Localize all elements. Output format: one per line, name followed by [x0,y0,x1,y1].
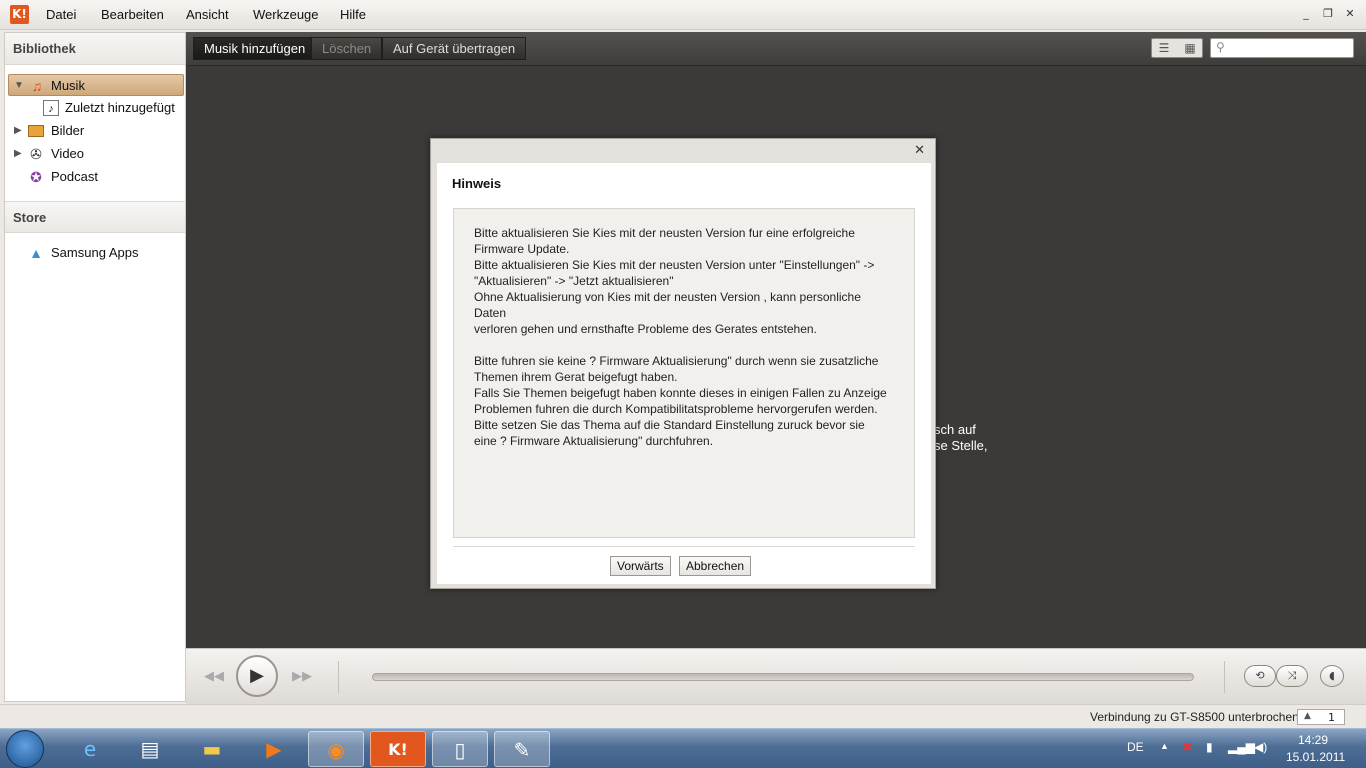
dialog-title: Hinweis [452,176,502,191]
fast-forward-icon[interactable]: ▶▶ [292,669,312,684]
repeat-button[interactable]: ⟲ [1244,665,1276,687]
internet-explorer-icon[interactable]: e [62,731,118,767]
volume-icon[interactable]: ◀) [1254,740,1267,754]
hinweis-dialog: ✕ Hinweis Bitte aktualisieren Sie Kies m… [430,138,936,589]
language-indicator[interactable]: DE [1127,740,1144,754]
windows-start-button[interactable] [6,730,44,768]
samsung-apps-icon: ▲ [29,245,43,261]
playlist-icon: ♪ [43,100,59,116]
sidebar-item-samsung-apps[interactable]: ▲ Samsung Apps [8,242,184,264]
search-icon: ⚲ [1216,40,1225,54]
clock-time[interactable]: 14:29 [1298,733,1328,747]
connection-status: Verbindung zu GT-S8500 unterbrochen. [1090,710,1303,724]
sidebar-item-label: Podcast [51,169,98,184]
speaker-icon: ◖ [1329,669,1335,682]
divider [1224,661,1225,693]
background-text-line2: se Stelle, [934,438,988,453]
menu-hilfe[interactable]: Hilfe [340,7,366,22]
library-icon[interactable]: ▤ [122,731,178,767]
dialog-message: Bitte aktualisieren Sie Kies mit der neu… [453,208,915,538]
sidebar-item-musik[interactable]: ▼ ♫ Musik [8,74,184,96]
menu-datei[interactable]: Datei [46,7,76,22]
phone-icon[interactable]: ▯ [432,731,488,767]
sidebar-item-video[interactable]: ▶ ✇ Video [8,143,184,165]
network-error-icon[interactable]: ✖ [1182,740,1192,754]
menu-bar: K! Datei Bearbeiten Ansicht Werkzeuge Hi… [0,0,1366,30]
media-player-icon[interactable]: ▶ [246,731,302,767]
podcast-icon: ✪ [30,169,42,185]
page-number: 1 [1328,711,1335,724]
sidebar-item-label: Samsung Apps [51,245,139,260]
kies-taskbar-icon[interactable]: K! [370,731,426,767]
divider [338,661,339,693]
taskbar: e ▤ ▬ ▶ ◉ K! ▯ ✎ DE ▲ ✖ ▮ ▂▄▆ ◀) 14:29 1… [0,728,1366,768]
library-header: Bibliothek [5,33,185,65]
folder-icon[interactable]: ▬ [184,731,240,767]
paint-icon[interactable]: ✎ [494,731,550,767]
delete-button[interactable]: Löschen [311,37,383,60]
chevron-down-icon[interactable]: ▼ [14,75,24,97]
clock-date[interactable]: 15.01.2011 [1286,750,1345,764]
pictures-icon [28,125,44,137]
firefox-icon[interactable]: ◉ [308,731,364,767]
search-input[interactable] [1210,38,1354,58]
dialog-close-button[interactable]: ✕ [914,143,925,158]
chevron-right-icon[interactable]: ▶ [14,143,22,165]
status-bar: Verbindung zu GT-S8500 unterbrochen. ▲ 1 [0,704,1366,728]
sidebar-item-podcast[interactable]: ✪ Podcast [8,166,184,188]
chevron-right-icon[interactable]: ▶ [14,120,22,142]
sidebar-item-label: Zuletzt hinzugefügt [65,100,175,115]
add-music-button[interactable]: Musik hinzufügen [193,37,317,60]
store-header: Store [5,201,185,233]
seek-bar[interactable] [372,673,1194,681]
play-button[interactable]: ▶ [236,655,278,697]
sidebar: Bibliothek ▼ ♫ Musik ♪ Zuletzt hinzugefü… [4,32,186,702]
grid-view-icon[interactable]: ▦ [1178,41,1202,55]
forward-button[interactable]: Vorwärts [610,556,671,576]
sidebar-item-label: Video [51,146,85,161]
rewind-icon[interactable]: ◀◀ [204,669,224,684]
sidebar-item-label: Bilder [51,123,85,138]
sidebar-item-bilder[interactable]: ▶ Bilder [8,120,184,142]
view-toggle: ☰ ▦ [1151,38,1203,58]
restore-button[interactable]: ❐ [1320,7,1336,20]
sidebar-item-label: Musik [51,78,85,93]
repeat-icon: ⟲ [1255,669,1265,682]
shuffle-button[interactable]: ⤨ [1276,665,1308,687]
show-hidden-icons-icon[interactable]: ▲ [1160,741,1169,751]
music-note-icon: ♫ [31,78,43,94]
list-view-icon[interactable]: ☰ [1152,41,1176,55]
device-icon[interactable]: ▮ [1206,740,1213,754]
transfer-to-device-button[interactable]: Auf Gerät übertragen [382,37,527,60]
menu-werkzeuge[interactable]: Werkzeuge [253,7,319,22]
divider [453,546,915,547]
background-text-line1: sch auf [934,422,976,437]
volume-button[interactable]: ◖ [1320,665,1344,687]
menu-ansicht[interactable]: Ansicht [186,7,229,22]
menu-bearbeiten[interactable]: Bearbeiten [101,7,164,22]
dialog-body: Hinweis Bitte aktualisieren Sie Kies mit… [437,163,931,584]
film-reel-icon: ✇ [30,146,42,162]
minimize-button[interactable]: _ [1298,7,1314,20]
sidebar-item-zuletzt[interactable]: ♪ Zuletzt hinzugefügt [41,97,181,119]
shuffle-icon: ⤨ [1287,669,1297,682]
kies-logo-icon: K! [10,5,29,24]
close-window-button[interactable]: ✕ [1342,7,1358,20]
signal-icon[interactable]: ▂▄▆ [1228,740,1255,754]
play-icon: ▶ [250,665,264,686]
cancel-button[interactable]: Abbrechen [679,556,752,576]
pager[interactable]: ▲ 1 [1297,709,1345,725]
player-bar: ◀◀ ▶ ▶▶ ⟲ ⤨ ◖ [186,648,1366,704]
toolbar: Musik hinzufügen Löschen Auf Gerät übert… [186,32,1366,66]
chevron-up-icon[interactable]: ▲ [1304,711,1311,721]
